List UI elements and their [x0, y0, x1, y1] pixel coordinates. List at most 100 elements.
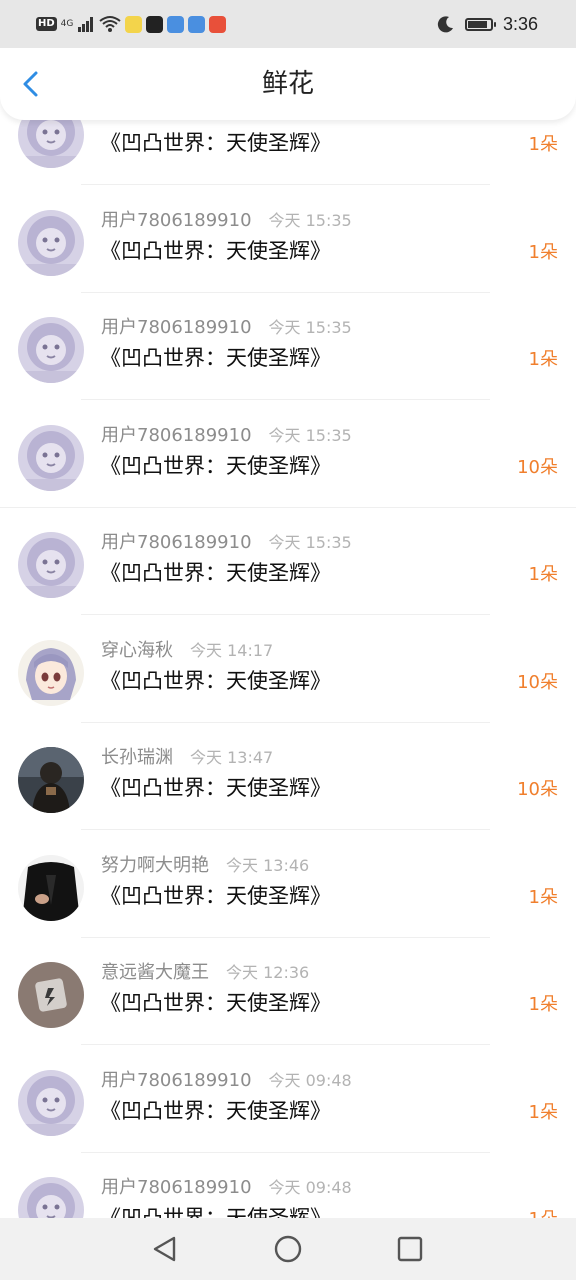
- avatar[interactable]: [18, 854, 84, 921]
- book-title: 《凹凸世界：天使圣辉》: [100, 668, 331, 693]
- avatar[interactable]: [18, 747, 84, 813]
- list-item[interactable]: 穿心海秋 今天 14:17 《凹凸世界：天使圣辉》 10朵: [0, 616, 576, 723]
- list-item[interactable]: 用户7806189910 今天 15:35 《凹凸世界：天使圣辉》 1朵: [0, 186, 576, 293]
- signal-label: 4G: [60, 19, 74, 29]
- username[interactable]: 意远酱大魔王: [101, 958, 209, 984]
- avatar[interactable]: [18, 1069, 84, 1136]
- wifi-icon: [99, 16, 121, 32]
- username[interactable]: 穿心海秋: [101, 636, 173, 662]
- app-notification-icon: [167, 15, 185, 33]
- flower-count: 1朵: [529, 1207, 558, 1218]
- timestamp: 今天 09:48: [268, 1070, 352, 1090]
- status-bar-right: 3:36: [437, 12, 538, 36]
- avatar-image: [18, 317, 84, 383]
- item-meta: 努力啊大明艳 今天 13:46: [101, 851, 309, 877]
- system-nav-bar: [0, 1218, 576, 1280]
- item-meta: 用户7806189910 今天 09:48: [101, 1066, 352, 1092]
- flower-count: 1朵: [528, 886, 558, 908]
- timestamp: 今天 13:46: [226, 855, 310, 875]
- status-bar-left: HD 4G: [36, 13, 227, 35]
- item-meta: 用户7806189910 今天 15:35: [101, 528, 352, 554]
- list-item[interactable]: 用户7806189910 今天 09:48 《凹凸世界：天使圣辉》 1朵: [0, 1046, 576, 1153]
- timestamp: 今天 15:35: [268, 425, 352, 445]
- book-title: 《凹凸世界：天使圣辉》: [100, 453, 331, 478]
- avatar[interactable]: [18, 317, 84, 383]
- book-title: 《凹凸世界：天使圣辉》: [100, 1206, 331, 1218]
- app-notification-icon: [125, 15, 143, 33]
- avatar[interactable]: [18, 1177, 84, 1218]
- flower-count: 10朵: [517, 779, 558, 800]
- avatar-image: [18, 1177, 84, 1218]
- book-title: 《凹凸世界：天使圣辉》: [100, 991, 331, 1015]
- flower-count: 1朵: [528, 994, 558, 1015]
- book-title: 《凹凸世界：天使圣辉》: [100, 561, 331, 585]
- signal-icon: [78, 17, 94, 32]
- item-meta: 用户7806189910 今天 15:35: [101, 421, 352, 447]
- clock: 3:36: [502, 13, 538, 34]
- avatar[interactable]: [18, 962, 84, 1028]
- flower-count: 10朵: [517, 671, 558, 693]
- timestamp: 今天 12:36: [226, 963, 310, 982]
- flower-count: 1朵: [528, 134, 558, 155]
- avatar[interactable]: [18, 424, 84, 491]
- nav-home-button[interactable]: [271, 1232, 305, 1266]
- timestamp: 今天 15:35: [268, 318, 352, 337]
- item-meta: 穿心海秋 今天 14:17: [101, 636, 273, 662]
- avatar[interactable]: [18, 209, 84, 276]
- list-item[interactable]: 用户7806189910 今天 15:35 《凹凸世界：天使圣辉》 1朵: [0, 508, 576, 615]
- battery-icon: [464, 17, 496, 31]
- username[interactable]: 努力啊大明艳: [101, 851, 209, 877]
- status-bar: HD 4G 3:36: [0, 0, 576, 48]
- item-meta: 用户7806189910 今天 09:48: [101, 1173, 352, 1199]
- item-meta: 意远酱大魔王 今天 12:36: [101, 958, 309, 984]
- list-item[interactable]: 用户7806189910 今天 15:35 《凹凸世界：天使圣辉》 1朵: [0, 293, 576, 400]
- timestamp: 今天 09:48: [268, 1178, 352, 1197]
- moon-icon: [437, 16, 453, 33]
- list-item[interactable]: 用户7806189910 今天 09:48 《凹凸世界：天使圣辉》 1朵: [0, 1153, 576, 1218]
- avatar-image: [18, 424, 84, 491]
- timestamp: 今天 13:47: [190, 748, 274, 767]
- flower-count: 1朵: [528, 1101, 558, 1123]
- username[interactable]: 长孙瑞渊: [101, 743, 173, 769]
- book-title: 《凹凸世界：天使圣辉》: [100, 776, 331, 800]
- username[interactable]: 用户7806189910: [101, 528, 252, 554]
- app-notification-icon: [209, 15, 227, 33]
- flower-count: 10朵: [517, 456, 558, 478]
- avatar-image: [18, 1069, 84, 1136]
- home-circle-icon: [274, 1235, 302, 1263]
- book-title: 《凹凸世界：天使圣辉》: [100, 238, 331, 263]
- username[interactable]: 用户7806189910: [101, 1173, 252, 1199]
- book-title: 《凹凸世界：天使圣辉》: [100, 883, 331, 908]
- book-title: 《凹凸世界：天使圣辉》: [100, 131, 331, 155]
- flower-count: 1朵: [528, 349, 558, 370]
- item-meta: 用户7806189910 今天 15:35: [101, 313, 352, 339]
- flower-list[interactable]: 《凹凸世界：天使圣辉》 1朵 用户7806189910 今天 15:35 《凹凸世界：天…: [0, 0, 576, 1218]
- timestamp: 今天 15:35: [268, 210, 352, 230]
- avatar-image: [18, 854, 84, 921]
- username[interactable]: 用户7806189910: [101, 421, 252, 447]
- username[interactable]: 用户7806189910: [101, 1066, 252, 1092]
- app-notification-icon: [146, 15, 164, 33]
- username[interactable]: 用户7806189910: [101, 313, 252, 339]
- avatar[interactable]: [18, 532, 84, 598]
- username[interactable]: 用户7806189910: [101, 206, 252, 232]
- list-item[interactable]: 意远酱大魔王 今天 12:36 《凹凸世界：天使圣辉》 1朵: [0, 938, 576, 1045]
- list-item[interactable]: 长孙瑞渊 今天 13:47 《凹凸世界：天使圣辉》 10朵: [0, 723, 576, 830]
- avatar[interactable]: [18, 639, 84, 706]
- avatar-image: [18, 747, 84, 813]
- recents-square-icon: [397, 1236, 423, 1262]
- timestamp: 今天 15:35: [268, 533, 352, 552]
- item-meta: 用户7806189910 今天 15:35: [101, 206, 352, 232]
- item-meta: 长孙瑞渊 今天 13:47: [101, 743, 273, 769]
- avatar-image: [18, 639, 84, 706]
- avatar-image: [18, 962, 84, 1028]
- app-notification-icon: [188, 15, 206, 33]
- nav-recents-button[interactable]: [393, 1232, 427, 1266]
- nav-back-button[interactable]: [148, 1232, 182, 1266]
- list-item[interactable]: 努力啊大明艳 今天 13:46 《凹凸世界：天使圣辉》 1朵: [0, 831, 576, 938]
- avatar-image: [18, 209, 84, 276]
- list-item[interactable]: 用户7806189910 今天 15:35 《凹凸世界：天使圣辉》 10朵: [0, 401, 576, 508]
- book-title: 《凹凸世界：天使圣辉》: [100, 346, 331, 370]
- page-header: 鲜花: [0, 48, 576, 120]
- back-triangle-icon: [153, 1236, 176, 1262]
